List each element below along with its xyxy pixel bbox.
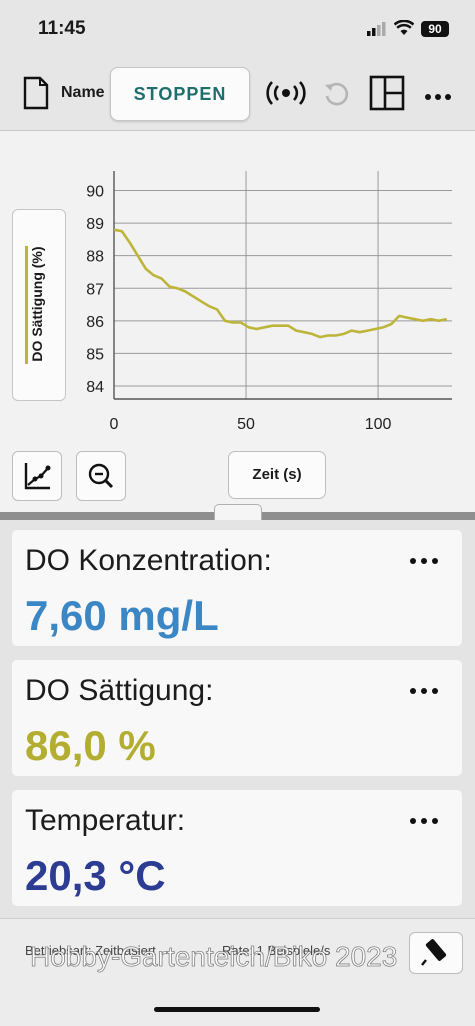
more-menu-icon[interactable] — [424, 88, 452, 106]
meter-label: DO Konzentration: — [25, 544, 272, 577]
sensor-connection-icon[interactable] — [266, 80, 306, 111]
layout-icon[interactable] — [369, 75, 405, 116]
meter-more-icon[interactable] — [409, 812, 439, 830]
file-icon[interactable] — [23, 76, 49, 115]
meter-label: DO Sättigung: — [25, 674, 214, 707]
meter-card-do-concentration: DO Konzentration: 7,60 mg/L — [12, 530, 462, 646]
meter-value: 20,3 °C — [25, 852, 166, 899]
watermark: Hobby-Gartenteich/Biko 2023 — [30, 941, 398, 973]
meter-card-do-saturation: DO Sättigung: 86,0 % — [12, 660, 462, 776]
undo-icon[interactable] — [322, 79, 350, 112]
zoom-out-button[interactable] — [76, 451, 126, 501]
battery-icon: 90 — [421, 21, 449, 37]
meter-label: Temperatur: — [25, 804, 186, 837]
probe-icon — [421, 939, 447, 966]
x-tick-label: 50 — [237, 416, 255, 433]
calibrate-button[interactable] — [409, 932, 463, 974]
y-tick-label: 86 — [86, 314, 104, 331]
x-tick-label: 100 — [365, 416, 392, 433]
wifi-icon — [393, 19, 415, 41]
meter-more-icon[interactable] — [409, 552, 439, 570]
x-tick-label: 0 — [110, 416, 119, 433]
y-tick-label: 85 — [86, 346, 104, 363]
y-tick-label: 87 — [86, 281, 104, 298]
home-indicator — [154, 1007, 320, 1012]
status-time: 11:45 — [38, 18, 86, 39]
file-name-label[interactable]: Name — [61, 84, 105, 102]
x-axis-label-button[interactable]: Zeit (s) — [228, 451, 326, 499]
graph-tools-icon — [24, 463, 51, 490]
meter-more-icon[interactable] — [409, 682, 439, 700]
graph-tools-button[interactable] — [12, 451, 62, 501]
y-tick-label: 90 — [86, 184, 104, 201]
meter-value: 7,60 mg/L — [25, 592, 219, 639]
meter-card-temperature: Temperatur: 20,3 °C — [12, 790, 462, 906]
y-tick-label: 89 — [86, 216, 104, 233]
y-tick-label: 84 — [86, 379, 104, 396]
meter-value: 86,0 % — [25, 722, 156, 769]
y-tick-label: 88 — [86, 249, 104, 266]
cellular-signal-icon — [367, 22, 387, 41]
stop-button[interactable]: STOPPEN — [110, 67, 250, 121]
status-bar: 11:45 90 — [0, 0, 475, 58]
line-chart: 84 85 86 87 88 89 90 0 50 100 — [86, 171, 452, 433]
zoom-out-icon — [88, 463, 114, 489]
